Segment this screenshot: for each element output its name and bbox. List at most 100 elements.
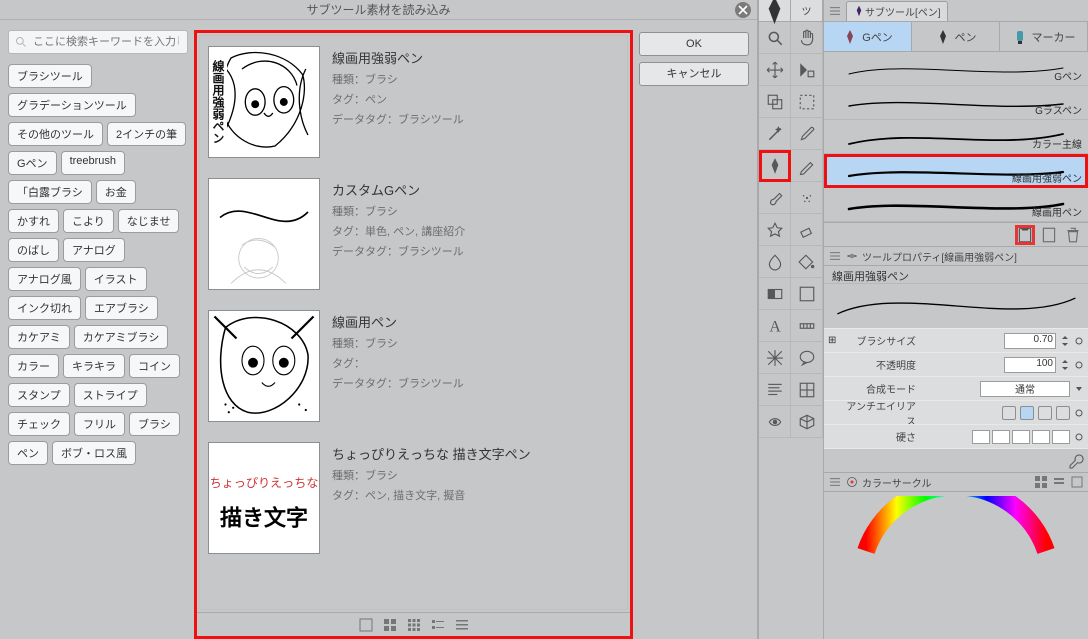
- new-subtool-button[interactable]: [1040, 226, 1058, 244]
- delete-subtool-button[interactable]: [1064, 226, 1082, 244]
- antialias-options[interactable]: [1002, 406, 1070, 420]
- result-item[interactable]: ちょっぴりえっちな描き文字ちょっぴりえっちな 描き文字ペン種類：ブラシタグ：ペン…: [200, 432, 627, 564]
- tool-select[interactable]: [791, 86, 823, 118]
- subtool-tab[interactable]: Gペン: [824, 22, 912, 51]
- ok-button[interactable]: OK: [639, 32, 749, 56]
- results-list[interactable]: 線画用強弱ペン線画用強弱ペン種類：ブラシタグ：ペンデータタグ：ブラシツールカスタ…: [199, 35, 628, 610]
- tag-item[interactable]: その他のツール: [8, 122, 103, 146]
- chevron-down-icon[interactable]: [1074, 383, 1084, 395]
- prop-brush-size[interactable]: ⊞ ブラシサイズ 0.70: [824, 328, 1088, 352]
- tool-brush[interactable]: [759, 182, 791, 214]
- tag-item[interactable]: 「白露ブラシ: [8, 180, 92, 204]
- tag-item[interactable]: キラキラ: [63, 354, 125, 378]
- tag-item[interactable]: treebrush: [61, 151, 125, 175]
- brush-item[interactable]: Gラスペン: [824, 86, 1088, 120]
- tool-move[interactable]: [759, 54, 791, 86]
- stepper-icon[interactable]: [1060, 359, 1070, 371]
- tag-item[interactable]: ストライプ: [74, 383, 147, 407]
- tool-airbrush[interactable]: [791, 182, 823, 214]
- result-item[interactable]: 線画用ペン種類：ブラシタグ：データタグ：ブラシツール: [200, 300, 627, 432]
- tag-item[interactable]: カケアミ: [8, 325, 70, 349]
- import-subtool-button[interactable]: [1016, 226, 1034, 244]
- panel-menu-icon[interactable]: [828, 475, 842, 489]
- tag-item[interactable]: カラー: [8, 354, 59, 378]
- tag-item[interactable]: イラスト: [85, 267, 147, 291]
- tool-tab-pen[interactable]: [759, 0, 791, 21]
- tag-item[interactable]: なじませ: [118, 209, 180, 233]
- tag-item[interactable]: ブラシツール: [8, 64, 92, 88]
- tool-operation[interactable]: [791, 54, 823, 86]
- search-field[interactable]: [8, 30, 188, 54]
- tool-effectline[interactable]: [759, 374, 791, 406]
- tool-shape[interactable]: [791, 278, 823, 310]
- color-mixer-icon[interactable]: [1070, 475, 1084, 489]
- stepper-icon[interactable]: [1060, 335, 1070, 347]
- link-icon[interactable]: [1074, 431, 1084, 443]
- view-detail-icon[interactable]: [431, 618, 445, 632]
- blend-mode-select[interactable]: 通常: [980, 381, 1070, 397]
- subtool-tab[interactable]: マーカー: [1000, 22, 1088, 51]
- tool-zoom[interactable]: [759, 22, 791, 54]
- tool-3d[interactable]: [791, 406, 823, 438]
- tag-item[interactable]: アナログ風: [8, 267, 81, 291]
- result-item[interactable]: 線画用強弱ペン線画用強弱ペン種類：ブラシタグ：ペンデータタグ：ブラシツール: [200, 36, 627, 168]
- link-icon[interactable]: [1074, 407, 1084, 419]
- tag-item[interactable]: グラデーションツール: [8, 93, 136, 117]
- view-list-icon[interactable]: [455, 618, 469, 632]
- color-circle[interactable]: [824, 492, 1088, 639]
- subtool-tab[interactable]: ペン: [912, 22, 1000, 51]
- tool-eyedropper[interactable]: [791, 118, 823, 150]
- tag-item[interactable]: アナログ: [63, 238, 125, 262]
- panel-menu-icon[interactable]: [828, 4, 842, 18]
- tool-pencil[interactable]: [791, 150, 823, 182]
- tag-item[interactable]: ブラシ: [129, 412, 180, 436]
- brush-size-value[interactable]: 0.70: [1004, 333, 1056, 349]
- tag-item[interactable]: エアブラシ: [85, 296, 158, 320]
- tool-deco[interactable]: [759, 214, 791, 246]
- tool-panel[interactable]: [791, 374, 823, 406]
- tag-item[interactable]: のばし: [8, 238, 59, 262]
- cancel-button[interactable]: キャンセル: [639, 62, 749, 86]
- result-item[interactable]: カスタムGペン種類：ブラシタグ：単色, ペン, 講座紹介データタグ：ブラシツール: [200, 168, 627, 300]
- subtool-panel-tab[interactable]: サブツール[ペン]: [846, 1, 948, 21]
- color-slider-icon[interactable]: [1052, 475, 1066, 489]
- tool-fill[interactable]: [791, 246, 823, 278]
- tag-item[interactable]: Gペン: [8, 151, 57, 175]
- tool-hand[interactable]: [791, 22, 823, 54]
- hardness-options[interactable]: [972, 430, 1070, 444]
- tag-item[interactable]: スタンプ: [8, 383, 70, 407]
- tool-speedline[interactable]: [759, 342, 791, 374]
- tag-item[interactable]: お金: [96, 180, 136, 204]
- tool-ruler[interactable]: [791, 310, 823, 342]
- view-small-icon[interactable]: [407, 618, 421, 632]
- tag-item[interactable]: 2インチの筆: [107, 122, 186, 146]
- prop-blend-mode[interactable]: 合成モード 通常: [824, 376, 1088, 400]
- brush-item[interactable]: カラー主線: [824, 120, 1088, 154]
- tool-gradient[interactable]: [759, 278, 791, 310]
- opacity-value[interactable]: 100: [1004, 357, 1056, 373]
- brush-item[interactable]: Gペン: [824, 52, 1088, 86]
- tool-correct[interactable]: [759, 406, 791, 438]
- wrench-icon[interactable]: [1068, 453, 1084, 469]
- search-input[interactable]: [31, 35, 181, 49]
- color-set-icon[interactable]: [1034, 475, 1048, 489]
- tag-item[interactable]: フリル: [74, 412, 125, 436]
- view-grid-icon[interactable]: [383, 618, 397, 632]
- tool-blend[interactable]: [759, 246, 791, 278]
- tag-item[interactable]: ペン: [8, 441, 48, 465]
- prop-hardness[interactable]: 硬さ: [824, 424, 1088, 448]
- dialog-close-button[interactable]: [735, 2, 751, 18]
- tool-pen[interactable]: [759, 150, 791, 182]
- view-large-icon[interactable]: [359, 618, 373, 632]
- link-icon[interactable]: [1074, 335, 1084, 347]
- tag-item[interactable]: かすれ: [8, 209, 59, 233]
- tool-tab-more[interactable]: ツ: [791, 0, 823, 21]
- prop-antialias[interactable]: アンチエイリアス: [824, 400, 1088, 424]
- brush-item[interactable]: 線画用強弱ペン: [824, 154, 1088, 188]
- tag-item[interactable]: ボブ・ロス風: [52, 441, 136, 465]
- tool-move-layer[interactable]: [759, 86, 791, 118]
- tag-item[interactable]: カケアミブラシ: [74, 325, 169, 349]
- tool-wand[interactable]: [759, 118, 791, 150]
- panel-menu-icon[interactable]: [828, 249, 842, 263]
- prop-opacity[interactable]: 不透明度 100: [824, 352, 1088, 376]
